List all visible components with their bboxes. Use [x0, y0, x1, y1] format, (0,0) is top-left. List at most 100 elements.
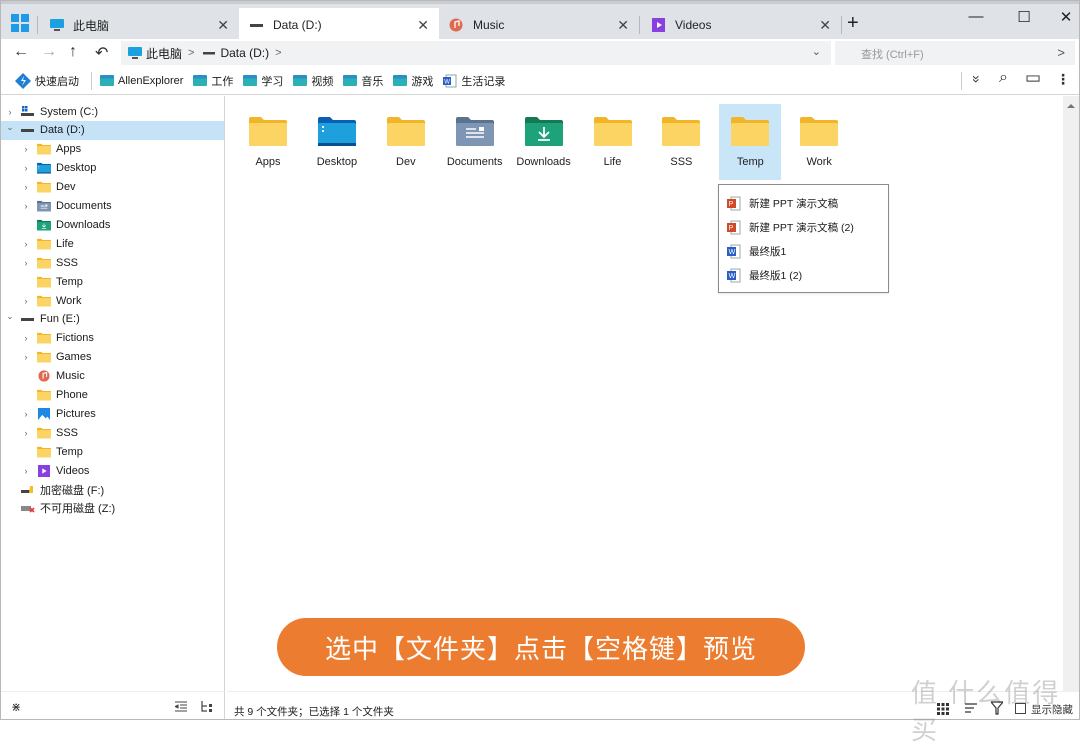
sidebar-item-apps[interactable]: › Apps [1, 140, 224, 159]
breadcrumb-this-pc[interactable]: 此电脑 [127, 45, 182, 62]
show-hidden-checkbox[interactable] [1015, 703, 1026, 714]
chevron-right-icon[interactable]: › [5, 107, 15, 117]
sidebar-item-life[interactable]: › Life [1, 234, 224, 253]
preview-file-item[interactable]: W 最终版1 (2) [727, 265, 802, 285]
close-window-button[interactable]: ✕ [1051, 8, 1080, 26]
bookmark-music[interactable]: 音乐 [343, 73, 383, 89]
tab-music[interactable]: Music ✕ [439, 8, 639, 42]
chevron-down-icon[interactable]: ⌄ [5, 122, 15, 133]
chevron-right-icon[interactable]: › [21, 201, 31, 211]
tab-data-d[interactable]: Data (D:) ✕ [239, 8, 439, 42]
filter-icon[interactable] [991, 701, 1003, 715]
outline-icon[interactable] [175, 701, 187, 713]
up-arrow-icon[interactable]: ↑ [69, 43, 77, 61]
sidebar-item-work[interactable]: › Work [1, 291, 224, 310]
sidebar-item-phone[interactable]: Phone [1, 386, 224, 405]
address-bar[interactable]: 此电脑 > Data (D:) > ⌄ [121, 41, 831, 65]
sidebar-item-data-d[interactable]: ⌄ Data (D:) [1, 120, 224, 140]
chevron-right-icon[interactable]: › [21, 428, 31, 438]
search-input[interactable]: 查找 (Ctrl+F) > [835, 41, 1075, 65]
sidebar-item-sss[interactable]: › SSS [1, 253, 224, 272]
bookmark-work[interactable]: 工作 [193, 73, 233, 89]
sidebar-item-videos[interactable]: › Videos [1, 461, 224, 480]
vertical-scrollbar[interactable] [1063, 96, 1079, 691]
back-arrow-icon[interactable]: ← [13, 43, 29, 61]
tab-close-button[interactable]: ✕ [417, 17, 429, 34]
show-hidden-label[interactable]: 显示隐藏 [1031, 702, 1073, 717]
sidebar-item-temp[interactable]: Temp [1, 442, 224, 461]
folder-tile-desktop[interactable]: Desktop [306, 104, 368, 180]
scroll-up-icon[interactable] [1067, 104, 1075, 108]
sidebar-item-fun-e[interactable]: ⌄ Fun (E:) [1, 310, 224, 329]
more-menu-icon[interactable]: ⋮ [1056, 71, 1070, 88]
folder-tile-dev[interactable]: Dev [375, 104, 437, 180]
folder-icon [800, 116, 839, 146]
folder-tile-work[interactable]: Work [788, 104, 850, 180]
expand-icon[interactable]: » [969, 75, 985, 83]
tab-videos[interactable]: Videos ✕ [641, 8, 841, 42]
tab-this-pc[interactable]: 此电脑 ✕ [39, 8, 239, 42]
chevron-down-icon[interactable]: ⌄ [5, 311, 15, 322]
videos-icon [37, 464, 51, 477]
search-go-icon[interactable]: > [1057, 45, 1065, 60]
sidebar-item-加密磁盘-f[interactable]: 加密磁盘 (F:) [1, 480, 224, 499]
chevron-right-icon[interactable]: > [275, 47, 281, 59]
sidebar-item-documents[interactable]: › Documents [1, 197, 224, 216]
tree-view-icon[interactable] [201, 701, 213, 713]
chevron-right-icon[interactable]: › [21, 182, 31, 192]
bookmark-life-record[interactable]: W 生活记录 [443, 73, 505, 89]
folder-tile-apps[interactable]: Apps [237, 104, 299, 180]
preview-file-item[interactable]: W 最终版1 [727, 241, 786, 261]
tab-close-button[interactable]: ✕ [819, 17, 831, 34]
folder-tile-temp[interactable]: Temp [719, 104, 782, 180]
folder-tile-sss[interactable]: SSS [650, 104, 712, 180]
chevron-right-icon[interactable]: > [188, 47, 194, 59]
chevron-right-icon[interactable]: › [21, 352, 31, 362]
quick-launch-button[interactable]: 快速启动 [15, 72, 79, 89]
preview-file-item[interactable]: P 新建 PPT 演示文稿 (2) [727, 217, 854, 237]
sort-icon[interactable] [965, 703, 977, 715]
tab-close-button[interactable]: ✕ [617, 17, 629, 34]
new-tab-button[interactable]: + [847, 12, 859, 35]
chevron-right-icon[interactable]: › [21, 163, 31, 173]
sidebar-item-label: Music [56, 370, 85, 383]
windows-logo-icon[interactable] [11, 14, 29, 32]
grid-view-icon[interactable] [937, 703, 949, 715]
search-icon[interactable]: ⌕ [999, 69, 1008, 87]
bookmark-study[interactable]: 学习 [243, 73, 283, 89]
undo-icon[interactable]: ↶ [95, 43, 108, 63]
sidebar-item-system-c[interactable]: › System (C:) [1, 102, 224, 121]
sidebar-item-不可用磁盘-z[interactable]: 不可用磁盘 (Z:) [1, 499, 224, 518]
bookmark-allenexplorer[interactable]: AllenExplorer [100, 75, 183, 87]
sidebar-item-temp[interactable]: Temp [1, 272, 224, 291]
bookmark-games[interactable]: 游戏 [393, 73, 433, 89]
chevron-right-icon[interactable]: › [21, 409, 31, 419]
sidebar-item-dev[interactable]: › Dev [1, 178, 224, 197]
folder-tile-downloads[interactable]: Downloads [513, 104, 575, 180]
maximize-button[interactable]: ☐ [1009, 8, 1039, 26]
tab-close-button[interactable]: ✕ [217, 17, 229, 34]
forward-arrow-icon[interactable]: → [41, 43, 57, 61]
collapse-all-icon[interactable]: ⋇ [11, 700, 21, 714]
breadcrumb-data-d[interactable]: Data (D:) [202, 46, 269, 60]
sidebar-item-pictures[interactable]: › Pictures [1, 404, 224, 423]
chevron-right-icon[interactable]: › [21, 296, 31, 306]
chevron-right-icon[interactable]: › [21, 144, 31, 154]
sidebar-item-fictions[interactable]: › Fictions [1, 329, 224, 348]
layout-icon[interactable]: ▭ [1025, 68, 1041, 88]
sidebar-item-sss[interactable]: › SSS [1, 423, 224, 442]
sidebar-item-music[interactable]: Music [1, 367, 224, 386]
minimize-button[interactable]: — [961, 8, 991, 25]
chevron-right-icon[interactable]: › [21, 466, 31, 476]
folder-tile-documents[interactable]: Documents [444, 104, 506, 180]
preview-file-item[interactable]: P 新建 PPT 演示文稿 [727, 193, 838, 213]
sidebar-item-desktop[interactable]: › Desktop [1, 159, 224, 178]
bookmark-video[interactable]: 视频 [293, 73, 333, 89]
sidebar-item-games[interactable]: › Games [1, 348, 224, 367]
folder-tile-life[interactable]: Life [582, 104, 644, 180]
chevron-right-icon[interactable]: › [21, 333, 31, 343]
chevron-down-icon[interactable]: ⌄ [812, 45, 821, 58]
sidebar-item-downloads[interactable]: Downloads [1, 215, 224, 234]
chevron-right-icon[interactable]: › [21, 258, 31, 268]
chevron-right-icon[interactable]: › [21, 239, 31, 249]
